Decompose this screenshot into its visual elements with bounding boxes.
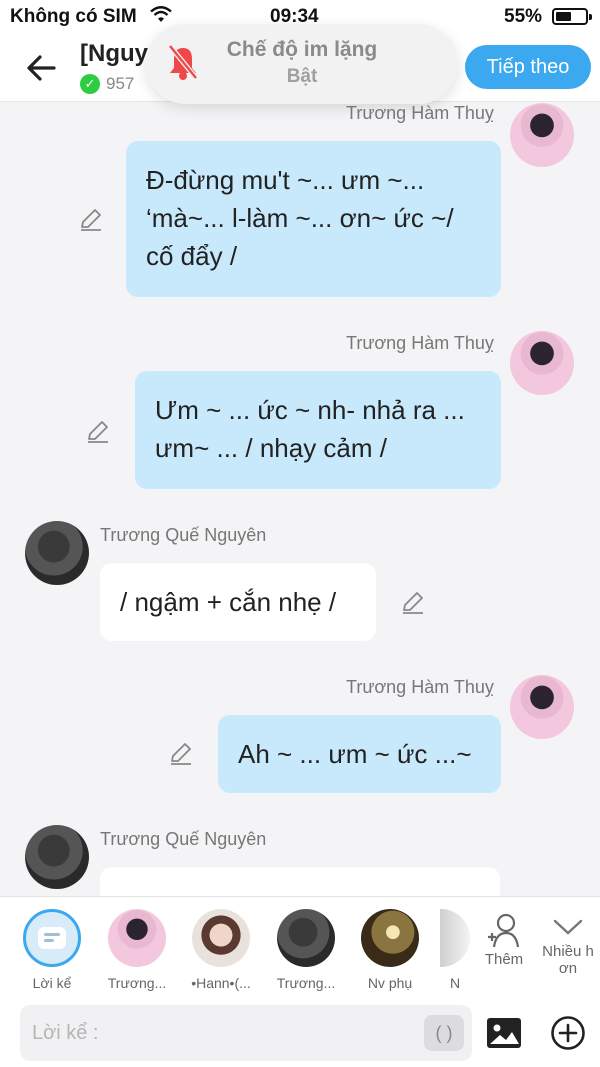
image-icon[interactable] — [486, 1017, 522, 1049]
pencil-icon[interactable] — [78, 207, 104, 233]
add-character-button[interactable]: Thêm — [474, 911, 534, 968]
message-input-row: ( ) — [20, 1005, 472, 1061]
story-title: [Nguy — [80, 40, 148, 67]
character-item[interactable]: •Hann•(... — [186, 909, 256, 991]
message-bubble[interactable]: / ngậm + cắn nhẹ / — [100, 563, 376, 641]
character-narrator[interactable]: Lời kể — [17, 909, 87, 991]
toast-status: Bật — [286, 66, 318, 87]
character-item[interactable]: Nv phụ — [355, 909, 425, 991]
sender-name: Trương Hàm Thuỵ — [346, 103, 494, 123]
more-label-2: ơn — [558, 960, 578, 977]
message-line: Ah ~ ... ưm ~ ức ...~ — [238, 739, 472, 769]
add-character-label: Thêm — [484, 951, 524, 968]
message-line: ưm~ ... / nhạy cảm / — [155, 433, 387, 463]
battery-percent: 55% — [504, 6, 543, 27]
avatar[interactable] — [25, 825, 89, 889]
more-label: Nhiều h — [542, 943, 594, 960]
speech-bubble-icon — [38, 927, 66, 949]
narrator-avatar — [23, 909, 81, 967]
verified-check-icon: ✓ — [80, 74, 100, 94]
story-subtitle: ✓ 957 — [80, 74, 150, 94]
sender-name: Trương Quế Nguyên — [100, 829, 267, 849]
character-avatar — [361, 909, 419, 967]
pencil-icon[interactable] — [400, 590, 426, 616]
character-label: Trương... — [107, 975, 167, 991]
back-arrow-icon[interactable] — [22, 50, 62, 86]
character-avatar — [277, 909, 335, 967]
message-line: cố đẩy / — [146, 241, 238, 271]
character-avatar — [192, 909, 250, 967]
composer-panel: Lời kể Trương... •Hann•(... Trương... Nv… — [0, 896, 600, 1067]
chevron-down-icon — [553, 919, 583, 935]
chat-area[interactable]: Trương Hàm Thuỵ Đ-đừng mu't ~... ưm ~...… — [0, 103, 600, 896]
character-label: Nv phụ — [367, 975, 413, 991]
message-line: Ưm ~ ... ức ~ nh- nhả ra ... — [155, 395, 465, 425]
avatar[interactable] — [25, 521, 89, 585]
wifi-icon — [150, 6, 172, 22]
parentheses-button[interactable]: ( ) — [424, 1015, 464, 1051]
message-input[interactable] — [32, 1015, 412, 1051]
message-bubble[interactable]: Ưm ~ ... ức ~ nh- nhả ra ... ưm~ ... / n… — [135, 371, 501, 489]
more-button[interactable]: Nhiều h ơn — [538, 915, 598, 977]
story-count: 957 — [106, 74, 135, 93]
sender-name: Trương Hàm Thuỵ — [346, 677, 494, 697]
character-item[interactable]: Trương... — [102, 909, 172, 991]
avatar[interactable] — [510, 103, 574, 167]
sender-name: Trương Hàm Thuỵ — [346, 333, 494, 353]
message-line: ‘mà~... l-làm ~... ơn~ ức ~/ — [146, 203, 454, 233]
silent-mode-toast: Chế độ im lặng Bật — [146, 24, 458, 104]
pencil-icon[interactable] — [168, 741, 194, 767]
avatar[interactable] — [510, 331, 574, 395]
character-avatar — [108, 909, 166, 967]
message-bubble[interactable]: Đ-đừng mu't ~... ưm ~... ‘mà~... l-làm ~… — [126, 141, 501, 297]
message-bubble[interactable]: Ah ~ ... ưm ~ ức ...~ — [218, 715, 501, 793]
add-person-icon — [488, 913, 520, 948]
toast-title: Chế độ im lặng — [226, 38, 378, 61]
next-button[interactable]: Tiếp theo — [465, 45, 591, 89]
message-bubble[interactable] — [100, 867, 500, 896]
battery-icon — [552, 8, 592, 25]
bell-muted-icon — [168, 44, 198, 80]
character-item[interactable]: Trương... — [271, 909, 341, 991]
character-label: Lời kể — [32, 975, 72, 991]
character-avatar — [440, 909, 470, 967]
message-line: / ngậm + cắn nhẹ / — [120, 587, 337, 617]
sender-name: Trương Quế Nguyên — [100, 525, 267, 545]
avatar[interactable] — [510, 675, 574, 739]
message-line: Đ-đừng mu't ~... ưm ~... — [146, 165, 425, 195]
character-item[interactable]: N — [440, 909, 470, 991]
plus-circle-icon[interactable] — [550, 1015, 586, 1051]
carrier-label: Không có SIM — [10, 6, 137, 27]
pencil-icon[interactable] — [85, 419, 111, 445]
character-label: •Hann•(... — [191, 975, 251, 991]
character-label: Trương... — [276, 975, 336, 991]
character-label: N — [449, 975, 461, 991]
